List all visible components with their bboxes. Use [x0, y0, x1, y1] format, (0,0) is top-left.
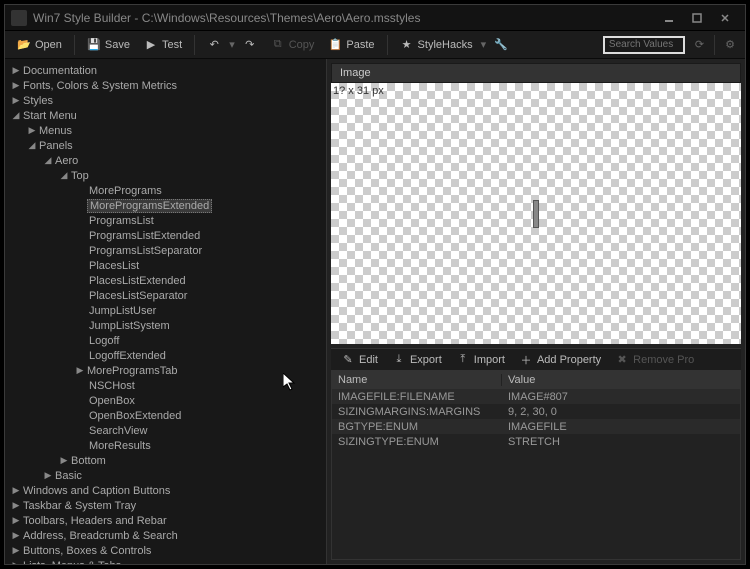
star-icon: ★ [400, 38, 414, 52]
tree-item-moreprogramsextended[interactable]: MoreProgramsExtended [5, 198, 326, 213]
tree-item-placeslistseparator[interactable]: PlacesListSeparator [5, 288, 326, 303]
copy-icon: ⧉ [271, 38, 285, 52]
property-row[interactable]: SIZINGTYPE:ENUMSTRETCH [332, 434, 740, 449]
test-button[interactable]: ▶Test [138, 35, 188, 55]
redo-button[interactable]: ↷ [237, 35, 263, 55]
window-title: Win7 Style Builder - C:\Windows\Resource… [33, 11, 655, 25]
import-icon: ⤒ [456, 353, 470, 367]
tree-node-lists[interactable]: ▶Lists, Menus & Tabs [5, 558, 326, 564]
search-go-button[interactable]: ⟳ [691, 38, 708, 51]
app-window: Win7 Style Builder - C:\Windows\Resource… [4, 4, 746, 565]
col-value: Value [502, 374, 740, 386]
tree-node-buttons[interactable]: ▶Buttons, Boxes & Controls [5, 543, 326, 558]
tree-item-logoffextended[interactable]: LogoffExtended [5, 348, 326, 363]
undo-icon: ↶ [207, 38, 221, 52]
image-panel-header: Image [331, 63, 741, 83]
tree-node-bottom[interactable]: ▶Bottom [5, 453, 326, 468]
tree-item-openbox[interactable]: OpenBox [5, 393, 326, 408]
tree-node-documentation[interactable]: ▶Documentation [5, 63, 326, 78]
col-name: Name [332, 374, 502, 386]
prop-name: IMAGEFILE:FILENAME [332, 391, 502, 403]
image-preview[interactable]: 1? x 31 px [331, 83, 741, 344]
import-button[interactable]: ⤒Import [450, 350, 511, 370]
search-input[interactable] [603, 36, 685, 54]
tree-item-placeslist[interactable]: PlacesList [5, 258, 326, 273]
disk-icon: 💾 [87, 38, 101, 52]
redo-icon: ↷ [243, 38, 257, 52]
maximize-button[interactable] [683, 9, 711, 27]
tree-item-openboxextended[interactable]: OpenBoxExtended [5, 408, 326, 423]
copy-button[interactable]: ⧉Copy [265, 35, 321, 55]
tree-item-placeslistextended[interactable]: PlacesListExtended [5, 273, 326, 288]
plus-icon: ＋ [519, 353, 533, 367]
wrench-button[interactable]: 🔧 [488, 35, 514, 55]
tree-node-fonts[interactable]: ▶Fonts, Colors & System Metrics [5, 78, 326, 93]
image-sample [533, 200, 539, 228]
prop-value: 9, 2, 30, 0 [502, 406, 740, 418]
tree-item-programslist[interactable]: ProgramsList [5, 213, 326, 228]
main-body: ▶Documentation ▶Fonts, Colors & System M… [5, 59, 745, 564]
navigation-tree[interactable]: ▶Documentation ▶Fonts, Colors & System M… [5, 59, 327, 564]
tree-node-start-menu[interactable]: ◢Start Menu [5, 108, 326, 123]
tree-node-panels[interactable]: ◢Panels [5, 138, 326, 153]
tree-node-basic[interactable]: ▶Basic [5, 468, 326, 483]
close-button[interactable] [711, 9, 739, 27]
tree-node-address[interactable]: ▶Address, Breadcrumb & Search [5, 528, 326, 543]
tree-item-searchview[interactable]: SearchView [5, 423, 326, 438]
properties-table[interactable]: Name Value IMAGEFILE:FILENAMEIMAGE#807SI… [331, 370, 741, 560]
pencil-icon: ✎ [341, 353, 355, 367]
tree-item-logoff[interactable]: Logoff [5, 333, 326, 348]
export-button[interactable]: ⤓Export [386, 350, 448, 370]
tree-node-aero[interactable]: ◢Aero [5, 153, 326, 168]
wrench-icon: 🔧 [494, 38, 508, 52]
play-icon: ▶ [144, 38, 158, 52]
x-icon: ✖ [615, 353, 629, 367]
app-icon [11, 10, 27, 26]
tree-item-moreresults[interactable]: MoreResults [5, 438, 326, 453]
prop-value: STRETCH [502, 436, 740, 448]
tree-item-jumplistsystem[interactable]: JumpListSystem [5, 318, 326, 333]
tree-item-moreprogramstab[interactable]: ▶MoreProgramsTab [5, 363, 326, 378]
property-row[interactable]: BGTYPE:ENUMIMAGEFILE [332, 419, 740, 434]
tree-item-nschost[interactable]: NSCHost [5, 378, 326, 393]
tree-node-styles[interactable]: ▶Styles [5, 93, 326, 108]
tree-item-moreprograms[interactable]: MorePrograms [5, 183, 326, 198]
edit-button[interactable]: ✎Edit [335, 350, 384, 370]
prop-value: IMAGEFILE [502, 421, 740, 433]
prop-name: SIZINGTYPE:ENUM [332, 436, 502, 448]
tree-node-windows-caption[interactable]: ▶Windows and Caption Buttons [5, 483, 326, 498]
tree-item-jumplistuser[interactable]: JumpListUser [5, 303, 326, 318]
open-button[interactable]: 📂Open [11, 35, 68, 55]
main-toolbar: 📂Open 💾Save ▶Test ↶ ▾ ↷ ⧉Copy 📋Paste ★St… [5, 31, 745, 59]
property-row[interactable]: IMAGEFILE:FILENAMEIMAGE#807 [332, 389, 740, 404]
tree-node-taskbar[interactable]: ▶Taskbar & System Tray [5, 498, 326, 513]
properties-toolbar: ✎Edit ⤓Export ⤒Import ＋Add Property ✖Rem… [331, 348, 741, 370]
prop-name: SIZINGMARGINS:MARGINS [332, 406, 502, 418]
image-dimensions: 1? x 31 px [333, 85, 384, 97]
tree-item-programslistextended[interactable]: ProgramsListExtended [5, 228, 326, 243]
export-icon: ⤓ [392, 353, 406, 367]
paste-icon: 📋 [328, 38, 342, 52]
properties-header[interactable]: Name Value [332, 371, 740, 389]
settings-button[interactable]: ⚙ [721, 38, 739, 51]
right-panel: Image 1? x 31 px ✎Edit ⤓Export ⤒Import ＋… [327, 59, 745, 564]
folder-icon: 📂 [17, 38, 31, 52]
save-button[interactable]: 💾Save [81, 35, 136, 55]
add-property-button[interactable]: ＋Add Property [513, 350, 607, 370]
paste-button[interactable]: 📋Paste [322, 35, 380, 55]
tree-item-programslistseparator[interactable]: ProgramsListSeparator [5, 243, 326, 258]
undo-button[interactable]: ↶ [201, 35, 227, 55]
stylehacks-button[interactable]: ★StyleHacks [394, 35, 479, 55]
prop-name: BGTYPE:ENUM [332, 421, 502, 433]
prop-value: IMAGE#807 [502, 391, 740, 403]
tree-node-toolbars[interactable]: ▶Toolbars, Headers and Rebar [5, 513, 326, 528]
tree-node-top[interactable]: ◢Top [5, 168, 326, 183]
remove-property-button[interactable]: ✖Remove Pro [609, 350, 700, 370]
tree-node-menus[interactable]: ▶Menus [5, 123, 326, 138]
minimize-button[interactable] [655, 9, 683, 27]
property-row[interactable]: SIZINGMARGINS:MARGINS9, 2, 30, 0 [332, 404, 740, 419]
titlebar[interactable]: Win7 Style Builder - C:\Windows\Resource… [5, 5, 745, 31]
